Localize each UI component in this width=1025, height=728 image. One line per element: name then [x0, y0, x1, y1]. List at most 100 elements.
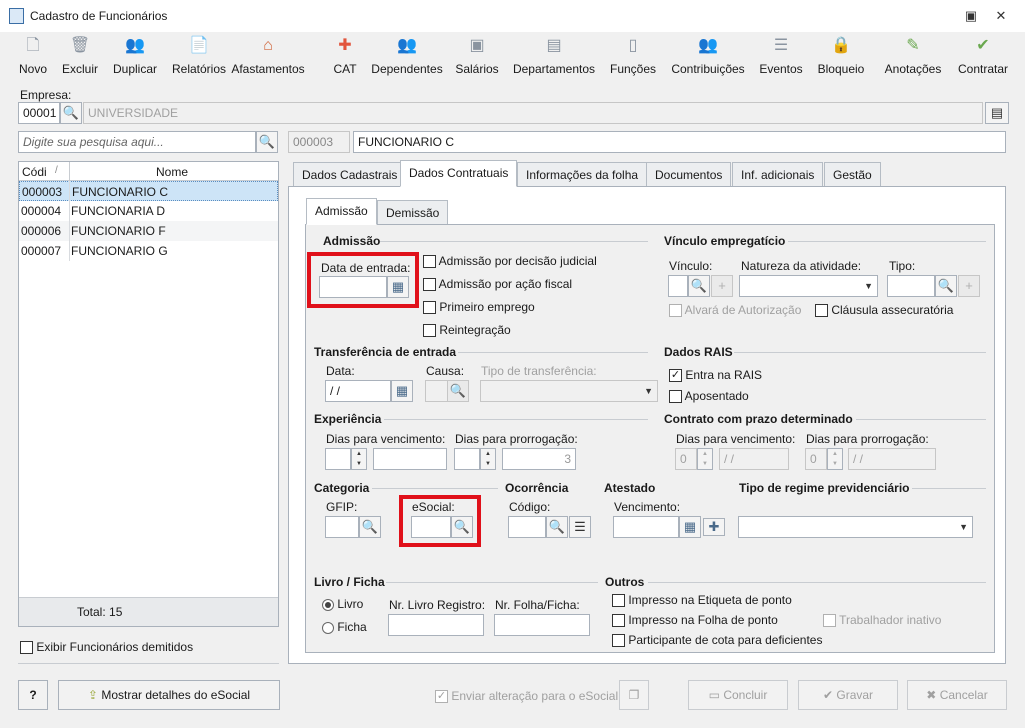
- hire-button[interactable]: ✔ Contratar: [952, 32, 1014, 82]
- gfip-field[interactable]: [325, 516, 359, 538]
- search-input[interactable]: Digite sua pesquisa aqui...: [18, 131, 256, 153]
- users-icon: 👥: [125, 37, 145, 54]
- search-icon: 🔍: [937, 278, 955, 293]
- new-button[interactable]: 🗋 Novo: [14, 32, 52, 82]
- events-list-icon: ☰: [773, 37, 789, 54]
- salaries-button[interactable]: ▣ Salários: [452, 32, 502, 82]
- leaves-button[interactable]: ⌂ Afastamentos: [214, 32, 322, 82]
- checkbox-entra-rais[interactable]: ✓ Entra na RAIS: [669, 368, 762, 383]
- tipo-search-button[interactable]: 🔍: [935, 275, 957, 297]
- radio-livro[interactable]: Livro: [322, 597, 363, 611]
- regime-title: Tipo de regime previdenciário: [739, 481, 910, 495]
- copy-icon: ❐: [628, 688, 640, 702]
- dependents-button[interactable]: 👥 Dependentes: [368, 32, 446, 82]
- checkbox-acao-fiscal[interactable]: Admissão por ação fiscal: [423, 277, 572, 292]
- chevron-down-icon: ▼: [864, 281, 873, 291]
- tab-documentos[interactable]: Documentos: [646, 162, 732, 187]
- esocial-details-button[interactable]: ⇪ Mostrar detalhes do eSocial: [58, 680, 280, 710]
- exp-prorr-date-field[interactable]: 3: [502, 448, 576, 470]
- table-row[interactable]: 000004 FUNCIONARIA D: [19, 201, 278, 221]
- employee-name-field[interactable]: FUNCIONARIO C: [353, 131, 1006, 153]
- tab-admissao[interactable]: Admissão: [306, 198, 377, 225]
- esocial-field[interactable]: [411, 516, 451, 538]
- transferencia-calendar-button[interactable]: ▦: [391, 380, 413, 402]
- esocial-label: eSocial:: [412, 500, 455, 514]
- restore-icon[interactable]: ▣: [960, 6, 982, 26]
- tipo-field[interactable]: [887, 275, 935, 297]
- show-dismissed-checkbox[interactable]: Exibir Funcionários demitidos: [20, 640, 193, 655]
- data-entrada-field[interactable]: [319, 276, 387, 298]
- vinculo-label: Vínculo:: [669, 259, 713, 273]
- list-icon: ☰: [574, 519, 586, 534]
- empresa-code-field[interactable]: 00001: [18, 102, 60, 124]
- gfip-search-button[interactable]: 🔍: [359, 516, 381, 538]
- table-row[interactable]: 000006 FUNCIONARIO F: [19, 221, 278, 241]
- tab-dados-contratuais[interactable]: Dados Contratuais: [400, 160, 518, 187]
- close-icon[interactable]: ✕: [990, 6, 1012, 26]
- tab-informacoes-folha[interactable]: Informações da folha: [517, 162, 648, 187]
- vinculo-title: Vínculo empregatício: [664, 234, 786, 248]
- exp-dias-prorr-field[interactable]: [454, 448, 480, 470]
- calendar-button[interactable]: ▦: [387, 276, 409, 298]
- ocorrencia-search-button[interactable]: 🔍: [546, 516, 568, 538]
- ocorrencia-list-button[interactable]: ☰: [569, 516, 591, 538]
- esocial-search-button[interactable]: 🔍: [451, 516, 473, 538]
- checkbox-clausula[interactable]: Cláusula assecuratória: [815, 303, 953, 318]
- checkbox-decisao-judicial[interactable]: Admissão por decisão judicial: [423, 254, 597, 269]
- list-footer: Total: 15: [19, 597, 278, 626]
- events-button[interactable]: ☰ Eventos: [756, 32, 806, 82]
- checkbox-primeiro-emprego[interactable]: Primeiro emprego: [423, 300, 535, 315]
- departments-button[interactable]: ▤ Departamentos: [508, 32, 600, 82]
- delete-button[interactable]: 🗑 Excluir: [58, 32, 102, 82]
- calendar-grid-button[interactable]: ▤: [985, 102, 1009, 124]
- tab-dados-cadastrais[interactable]: Dados Cadastrais: [293, 162, 407, 187]
- check-icon: ✓: [435, 690, 448, 704]
- ocorrencia-title: Ocorrência: [505, 481, 569, 495]
- tab-gestao[interactable]: Gestão: [824, 162, 881, 187]
- exp-venc-date-field[interactable]: [373, 448, 447, 470]
- natureza-select[interactable]: ▼: [739, 275, 878, 297]
- contributions-icon: 👥: [698, 37, 718, 54]
- table-row[interactable]: 000003 FUNCIONARIO C: [19, 181, 278, 201]
- table-row[interactable]: 000007 FUNCIONARIO G: [19, 241, 278, 261]
- admissao-title: Admissão: [323, 234, 381, 248]
- vencimento-calendar-button[interactable]: ▦: [679, 516, 701, 538]
- codigo-label: Código:: [509, 500, 551, 514]
- checkbox-reintegracao[interactable]: Reintegração: [423, 323, 511, 338]
- functions-button[interactable]: ▯ Funções: [606, 32, 660, 82]
- column-name[interactable]: Nome: [156, 165, 188, 179]
- radio-ficha[interactable]: Ficha: [322, 620, 367, 634]
- exp-dias-prorr-spinner[interactable]: ▲ ▼: [480, 448, 496, 470]
- atestado-add-button[interactable]: ✚: [703, 518, 725, 536]
- help-button[interactable]: ?: [18, 680, 48, 710]
- esocial-copy-button: ❐: [619, 680, 649, 710]
- exp-dias-venc-field[interactable]: [325, 448, 351, 470]
- search-icon: 🔍: [449, 383, 467, 398]
- checkbox-folha-ponto[interactable]: Impresso na Folha de ponto: [612, 613, 778, 628]
- nr-livro-field[interactable]: [388, 614, 484, 636]
- empresa-name-field: UNIVERSIDADE: [83, 102, 983, 124]
- search-button[interactable]: 🔍: [256, 131, 278, 153]
- exp-dias-venc-spinner[interactable]: ▲ ▼: [351, 448, 367, 470]
- duplicate-button[interactable]: 👥 Duplicar: [108, 32, 162, 82]
- empresa-search-button[interactable]: 🔍: [60, 102, 82, 124]
- vinculo-field[interactable]: [668, 275, 688, 297]
- lock-button[interactable]: 🔒 Bloqueio: [812, 32, 870, 82]
- vencimento-field[interactable]: [613, 516, 679, 538]
- regime-select[interactable]: ▼: [738, 516, 973, 538]
- checkbox-trabalhador-inativo: Trabalhador inativo: [823, 613, 941, 628]
- hire-check-icon: ✔: [976, 37, 990, 54]
- checkbox-aposentado[interactable]: Aposentado: [669, 389, 749, 404]
- cat-button[interactable]: ✚ CAT: [328, 32, 362, 82]
- ocorrencia-field[interactable]: [508, 516, 546, 538]
- checkbox-cota-deficientes[interactable]: Participante de cota para deficientes: [612, 633, 822, 648]
- notes-button[interactable]: ✎ Anotações: [880, 32, 946, 82]
- nr-folha-field[interactable]: [494, 614, 590, 636]
- column-code[interactable]: Códi: [22, 165, 47, 179]
- tab-inf-adicionais[interactable]: Inf. adicionais: [732, 162, 824, 187]
- tab-demissao[interactable]: Demissão: [377, 200, 449, 225]
- vinculo-search-button[interactable]: 🔍: [688, 275, 710, 297]
- checkbox-etiqueta-ponto[interactable]: Impresso na Etiqueta de ponto: [612, 593, 792, 608]
- contributions-button[interactable]: 👥 Contribuições: [666, 32, 750, 82]
- transferencia-data-field[interactable]: / /: [325, 380, 391, 402]
